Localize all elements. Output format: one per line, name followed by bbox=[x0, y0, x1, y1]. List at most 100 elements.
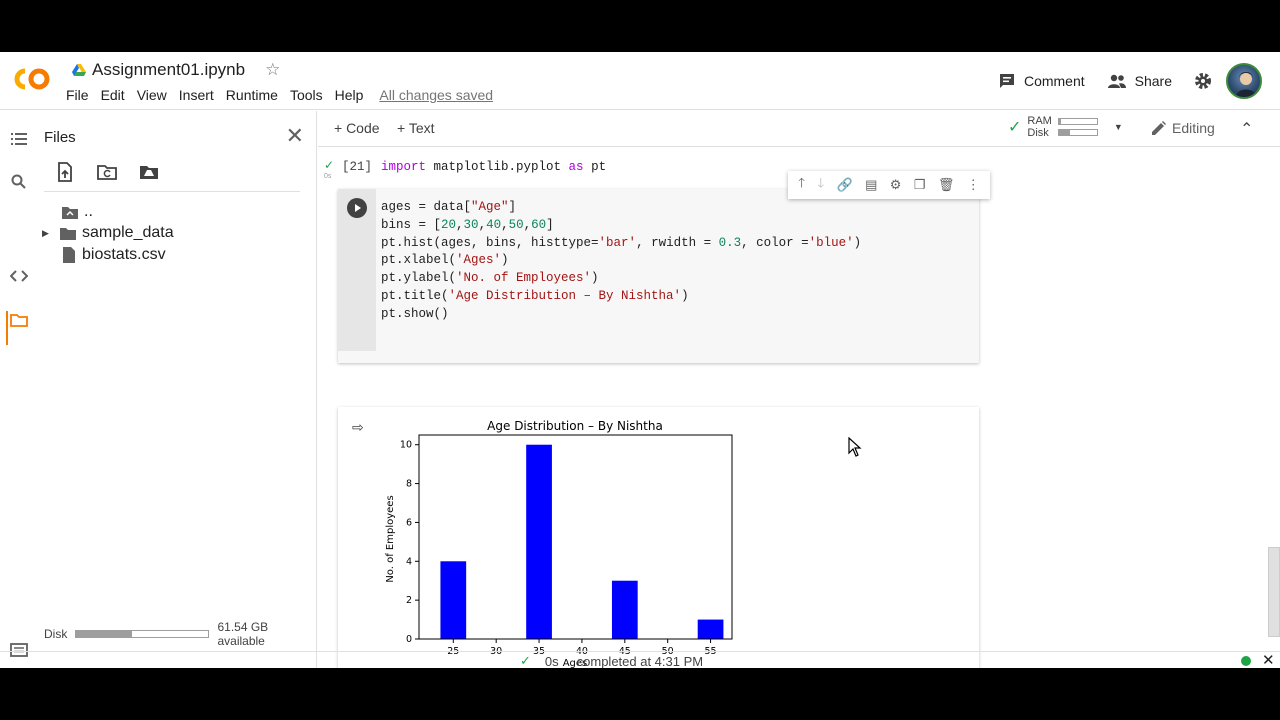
more-options-icon[interactable]: ⋮ bbox=[967, 177, 980, 193]
share-button[interactable]: Share bbox=[1107, 73, 1172, 89]
add-code-button[interactable]: + Code bbox=[334, 120, 380, 136]
scrollbar-thumb[interactable] bbox=[1268, 547, 1280, 637]
cell-2-code[interactable]: ages = data["Age"] bins = [20,30,40,50,6… bbox=[381, 199, 861, 324]
menu-edit[interactable]: Edit bbox=[101, 87, 137, 103]
files-panel: Files ✕ .. ▶ sample_data biostats.csv Di… bbox=[36, 111, 317, 668]
histogram-bar bbox=[440, 561, 467, 639]
disk-usage: Disk 61.54 GB available bbox=[44, 620, 316, 648]
code-cell-2[interactable]: ages = data["Age"] bins = [20,30,40,50,6… bbox=[338, 171, 990, 363]
close-icon[interactable]: ✕ bbox=[286, 125, 304, 147]
menu-file[interactable]: File bbox=[66, 87, 101, 103]
y-axis-label: No. of Employees bbox=[385, 495, 396, 582]
link-icon[interactable]: 🔗 bbox=[837, 177, 853, 193]
notebook-toolbar: + Code + Text ✓ RAM Disk ▼ Editing ⌃ bbox=[318, 111, 1280, 147]
table-of-contents-icon[interactable] bbox=[10, 130, 28, 148]
resources-indicator[interactable]: ✓ RAM Disk ▼ bbox=[1008, 115, 1123, 139]
menu-tools[interactable]: Tools bbox=[290, 87, 335, 103]
menu-help[interactable]: Help bbox=[335, 87, 376, 103]
user-avatar[interactable] bbox=[1226, 63, 1262, 99]
notebook-area: + Code + Text ✓ RAM Disk ▼ Editing ⌃ ✓ 0… bbox=[318, 111, 1280, 668]
upload-file-icon[interactable] bbox=[54, 161, 76, 183]
close-status-icon[interactable]: ✕ bbox=[1262, 651, 1275, 668]
star-icon[interactable]: ☆ bbox=[265, 60, 280, 80]
delete-icon[interactable]: 🗑 bbox=[938, 177, 955, 193]
colab-app: Assignment01.ipynb ☆ File Edit View Inse… bbox=[0, 52, 1280, 668]
mount-drive-icon[interactable] bbox=[138, 161, 160, 183]
add-text-button[interactable]: + Text bbox=[397, 120, 435, 136]
comment-button[interactable]: Comment bbox=[998, 72, 1085, 90]
menu-view[interactable]: View bbox=[137, 87, 179, 103]
y-tick-label: 10 bbox=[400, 440, 412, 451]
files-divider bbox=[44, 191, 300, 192]
disk-available-text: 61.54 GB available bbox=[217, 620, 269, 648]
tree-item-biostats[interactable]: biostats.csv bbox=[62, 246, 166, 264]
connection-status-dot bbox=[1241, 656, 1251, 666]
y-tick-label: 4 bbox=[406, 556, 412, 567]
histogram-bar bbox=[526, 444, 552, 639]
comment-label: Comment bbox=[1023, 73, 1085, 89]
disk-usage-bar bbox=[75, 630, 210, 638]
files-toolbar bbox=[54, 161, 160, 183]
status-bar: ✓ 0s completed at 4:31 PM ✕ bbox=[0, 651, 1280, 668]
file-icon bbox=[63, 247, 75, 263]
header: Assignment01.ipynb ☆ File Edit View Inse… bbox=[0, 52, 1280, 110]
status-text: ✓ 0s completed at 4:31 PM bbox=[520, 653, 703, 668]
disk-usage-fill bbox=[76, 631, 132, 637]
comment-icon[interactable]: ▤ bbox=[865, 177, 877, 193]
side-rail bbox=[0, 111, 36, 668]
code-snippets-icon[interactable] bbox=[10, 267, 28, 285]
menu-insert[interactable]: Insert bbox=[179, 87, 226, 103]
avatar-image bbox=[1236, 72, 1256, 97]
cell-ran-check-icon: ✓ bbox=[324, 158, 335, 172]
histogram-chart: Age Distribution – By Nishtha Ages No. o… bbox=[385, 419, 733, 668]
cell-1-code[interactable]: import matplotlib.pyplot as pt bbox=[381, 160, 606, 174]
move-down-icon[interactable]: 🡓 bbox=[817, 174, 824, 196]
status-completed: completed at 4:31 PM bbox=[576, 653, 704, 669]
run-cell-button[interactable] bbox=[347, 198, 367, 218]
tree-item-parent[interactable]: .. bbox=[62, 203, 93, 221]
settings-gear-icon[interactable] bbox=[1194, 72, 1212, 90]
tree-item-sample-data[interactable]: ▶ sample_data bbox=[42, 224, 174, 242]
disk-label: Disk bbox=[1027, 127, 1049, 139]
y-tick-label: 6 bbox=[406, 517, 412, 528]
tree-item-label: .. bbox=[84, 203, 93, 220]
tree-item-label: biostats.csv bbox=[82, 246, 166, 263]
google-drive-icon bbox=[72, 64, 86, 76]
chevron-down-icon[interactable]: ▼ bbox=[1114, 122, 1123, 132]
cell-toolbar: 🡑 🡓 🔗 ▤ ⚙ ❐ 🗑 ⋮ bbox=[788, 171, 990, 199]
refresh-folder-icon[interactable] bbox=[96, 161, 118, 183]
cell-output: ⇨ Age Distribution – By Nishtha Ages No.… bbox=[338, 407, 979, 668]
ram-label: RAM bbox=[1027, 115, 1052, 127]
people-icon bbox=[1107, 74, 1126, 88]
search-icon[interactable] bbox=[10, 173, 28, 191]
share-label: Share bbox=[1134, 73, 1172, 89]
chart-title: Age Distribution – By Nishtha bbox=[487, 419, 663, 433]
menubar: File Edit View Insert Runtime Tools Help… bbox=[66, 87, 505, 103]
histogram-bar bbox=[611, 580, 638, 639]
move-up-icon[interactable]: 🡑 bbox=[798, 174, 805, 196]
mirror-cell-icon[interactable]: ❐ bbox=[914, 177, 926, 193]
disk-label: Disk bbox=[44, 627, 68, 641]
files-folder-icon[interactable] bbox=[10, 311, 28, 329]
rail-active-indicator bbox=[6, 311, 8, 345]
files-panel-title: Files bbox=[44, 129, 76, 146]
collapse-header-icon[interactable]: ⌃ bbox=[1240, 119, 1253, 139]
doc-title-area: Assignment01.ipynb ☆ bbox=[72, 60, 280, 80]
expand-arrow-icon[interactable]: ▶ bbox=[42, 228, 54, 239]
folder-icon bbox=[60, 228, 76, 240]
cell-elapsed: 0s bbox=[324, 173, 332, 180]
disk-usage-bar bbox=[1057, 129, 1098, 136]
tree-item-label: sample_data bbox=[82, 224, 174, 241]
notebook-title[interactable]: Assignment01.ipynb bbox=[92, 60, 245, 80]
colab-logo[interactable] bbox=[12, 64, 52, 94]
output-actions-icon[interactable]: ⇨ bbox=[352, 419, 364, 436]
save-status-link[interactable]: All changes saved bbox=[379, 87, 505, 103]
y-tick-label: 8 bbox=[406, 479, 412, 490]
histogram-bar bbox=[697, 619, 724, 639]
settings-gear-icon[interactable]: ⚙ bbox=[890, 177, 902, 193]
pencil-icon bbox=[1152, 121, 1166, 135]
editing-mode-button[interactable]: Editing bbox=[1152, 120, 1215, 136]
ram-usage-bar bbox=[1057, 118, 1098, 125]
execution-count: [21] bbox=[342, 160, 373, 174]
menu-runtime[interactable]: Runtime bbox=[226, 87, 290, 103]
